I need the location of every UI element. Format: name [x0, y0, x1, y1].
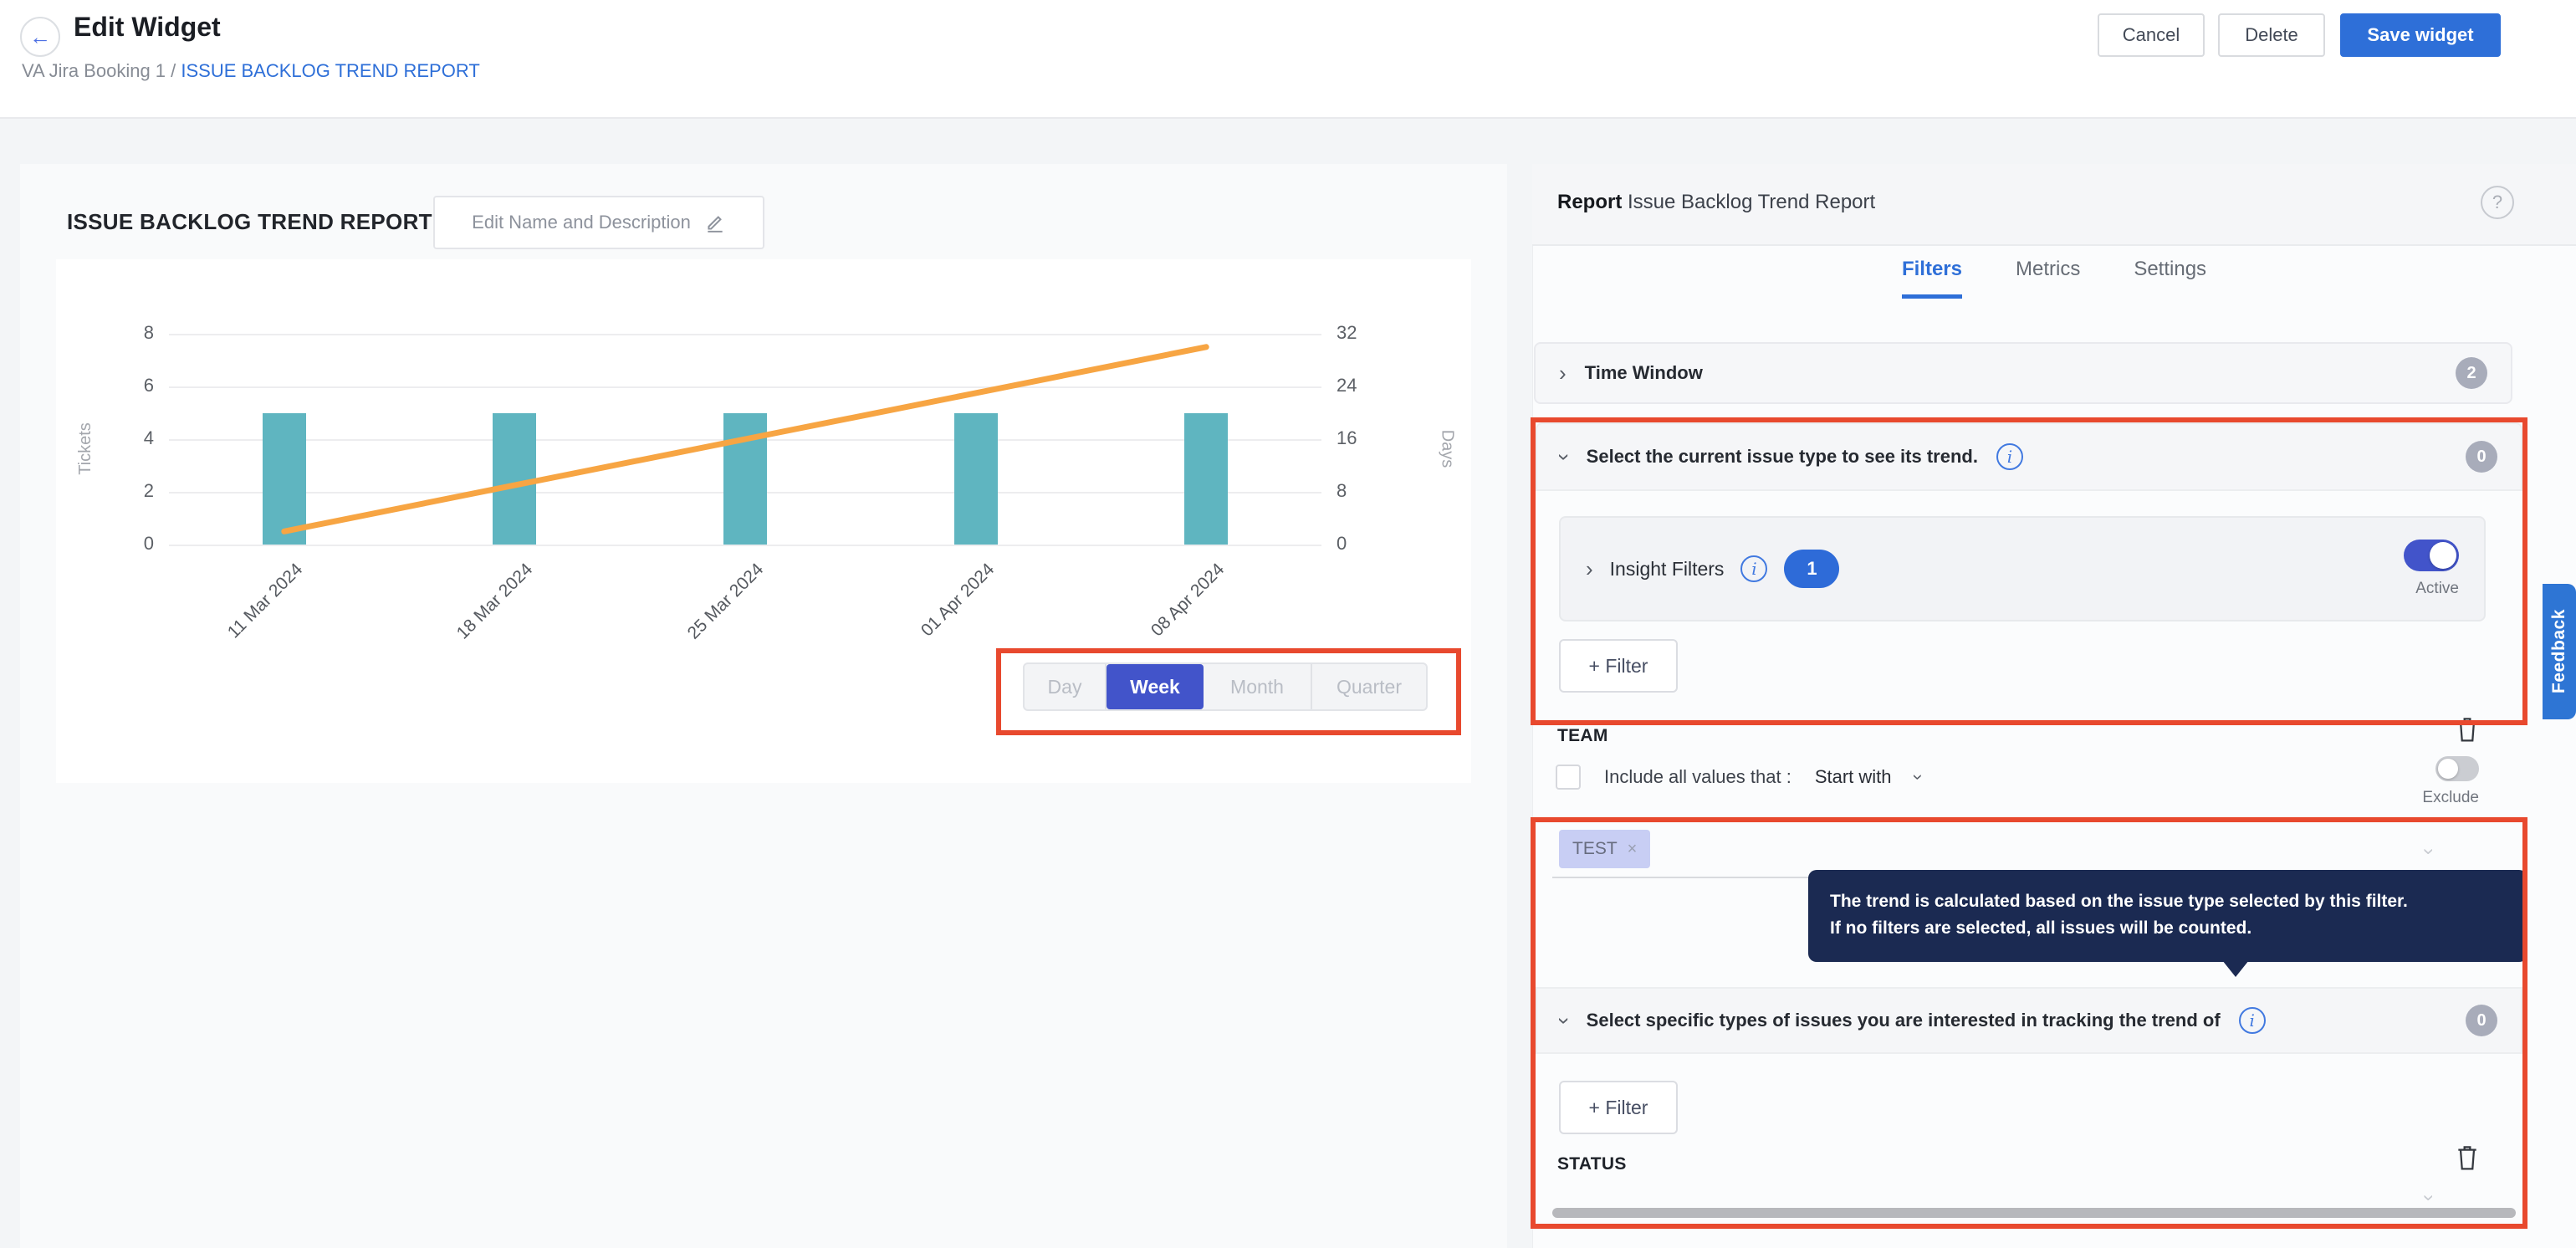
add-filter-button-1[interactable]: + Filter	[1559, 639, 1678, 693]
status-field-scrollbar[interactable]	[1552, 1208, 2516, 1218]
page-title: Edit Widget	[74, 12, 221, 43]
granularity-day[interactable]: Day	[1025, 664, 1107, 709]
time-window-label: Time Window	[1585, 362, 1703, 384]
include-all-values-label: Include all values that :	[1604, 766, 1791, 788]
team-value-tag: TEST ×	[1559, 830, 1650, 868]
active-toggle-block: Active	[2404, 540, 2459, 598]
chevron-right-icon: ›	[1559, 361, 1567, 386]
help-icon[interactable]: ?	[2481, 186, 2514, 219]
exclude-toggle-block: Exclude	[2412, 756, 2479, 807]
exclude-toggle[interactable]	[2435, 756, 2479, 781]
pencil-icon	[704, 212, 726, 233]
include-all-values-checkbox[interactable]	[1556, 765, 1581, 790]
panel-tabs: Filters Metrics Settings	[1532, 258, 2576, 299]
current-issue-type-title: Select the current issue type to see its…	[1587, 446, 1978, 468]
help-glyph: ?	[2492, 192, 2502, 213]
granularity-toggle: DayWeekMonthQuarter	[1023, 662, 1428, 711]
delete-button[interactable]: Delete	[2218, 13, 2325, 57]
status-filter-name: STATUS	[1557, 1154, 1627, 1174]
back-button[interactable]: ←	[20, 17, 60, 57]
specific-issue-types-title: Select specific types of issues you are …	[1587, 1010, 2221, 1031]
info-glyph: i	[2249, 1010, 2254, 1031]
info-icon[interactable]: i	[1996, 443, 2023, 470]
granularity-quarter[interactable]: Quarter	[1312, 664, 1426, 709]
toggle-knob	[2438, 759, 2458, 779]
edit-widget-page: ← Edit Widget VA Jira Booking 1 / ISSUE …	[0, 0, 2576, 1248]
info-glyph: i	[1751, 559, 1756, 579]
back-arrow-icon: ←	[29, 24, 51, 50]
report-name: Issue Backlog Trend Report	[1628, 191, 1875, 213]
insight-filters-label: Insight Filters	[1610, 558, 1725, 581]
feedback-tab[interactable]: Feedback	[2543, 584, 2576, 719]
filter-info-tooltip: The trend is calculated based on the iss…	[1808, 870, 2527, 962]
chevron-down-icon[interactable]: ›	[2417, 1194, 2441, 1201]
info-icon[interactable]: i	[2239, 1007, 2266, 1034]
cancel-button[interactable]: Cancel	[2098, 13, 2205, 57]
team-filter-name: TEAM	[1557, 726, 1608, 746]
specific-issue-types-badge: 0	[2466, 1005, 2497, 1036]
info-glyph: i	[2007, 447, 2012, 467]
edit-name-description-button[interactable]: Edit Name and Description	[433, 196, 764, 249]
tab-settings[interactable]: Settings	[2134, 258, 2206, 299]
report-title-line: Report Issue Backlog Trend Report	[1557, 191, 1875, 214]
edit-name-description-label: Edit Name and Description	[472, 212, 691, 233]
operator-dropdown-value[interactable]: Start with	[1815, 766, 1892, 788]
trash-icon[interactable]	[2454, 1143, 2481, 1173]
breadcrumb: VA Jira Booking 1 / ISSUE BACKLOG TREND …	[22, 60, 480, 82]
chevron-right-icon: ›	[1586, 556, 1593, 582]
report-settings-panel	[1532, 164, 2576, 1248]
insight-filters-count-badge: 1	[1784, 550, 1839, 588]
specific-issue-types-section-header[interactable]: › Select specific types of issues you ar…	[1536, 987, 2522, 1054]
tab-filters[interactable]: Filters	[1902, 258, 1962, 299]
tooltip-caret	[2222, 960, 2249, 977]
tooltip-line-1: The trend is calculated based on the iss…	[1830, 888, 2506, 915]
widget-title: ISSUE BACKLOG TREND REPORT	[67, 209, 432, 235]
chevron-down-icon: ›	[1551, 453, 1577, 461]
granularity-week[interactable]: Week	[1107, 664, 1204, 709]
trash-icon[interactable]	[2454, 714, 2481, 744]
chevron-down-icon: ›	[1551, 1017, 1577, 1025]
save-widget-button[interactable]: Save widget	[2340, 13, 2501, 57]
team-value-label: TEST	[1572, 839, 1618, 859]
granularity-month[interactable]: Month	[1204, 664, 1312, 709]
time-window-section[interactable]: › Time Window 2	[1534, 342, 2512, 404]
add-filter-button-2[interactable]: + Filter	[1559, 1081, 1678, 1134]
tab-metrics[interactable]: Metrics	[2016, 258, 2080, 299]
report-label: Report	[1557, 191, 1622, 213]
breadcrumb-prefix: VA Jira Booking 1 /	[22, 60, 181, 81]
chevron-down-icon[interactable]: ›	[2417, 848, 2441, 855]
breadcrumb-report-link[interactable]: ISSUE BACKLOG TREND REPORT	[181, 60, 479, 81]
active-toggle[interactable]	[2404, 540, 2459, 571]
toggle-knob	[2430, 542, 2456, 569]
remove-tag-icon[interactable]: ×	[1628, 840, 1638, 859]
current-issue-type-badge: 0	[2466, 441, 2497, 473]
include-values-row: Include all values that : Start with ›	[1556, 765, 1921, 790]
exclude-toggle-label: Exclude	[2422, 789, 2479, 807]
info-icon[interactable]: i	[1740, 555, 1767, 582]
insight-filters-card[interactable]: › Insight Filters i 1 Active	[1559, 516, 2486, 621]
chevron-down-icon[interactable]: ›	[1907, 774, 1929, 780]
current-issue-type-section-header[interactable]: › Select the current issue type to see i…	[1536, 422, 2522, 491]
time-window-badge: 2	[2456, 357, 2487, 389]
tooltip-line-2: If no filters are selected, all issues w…	[1830, 915, 2506, 942]
active-toggle-label: Active	[2415, 580, 2459, 598]
